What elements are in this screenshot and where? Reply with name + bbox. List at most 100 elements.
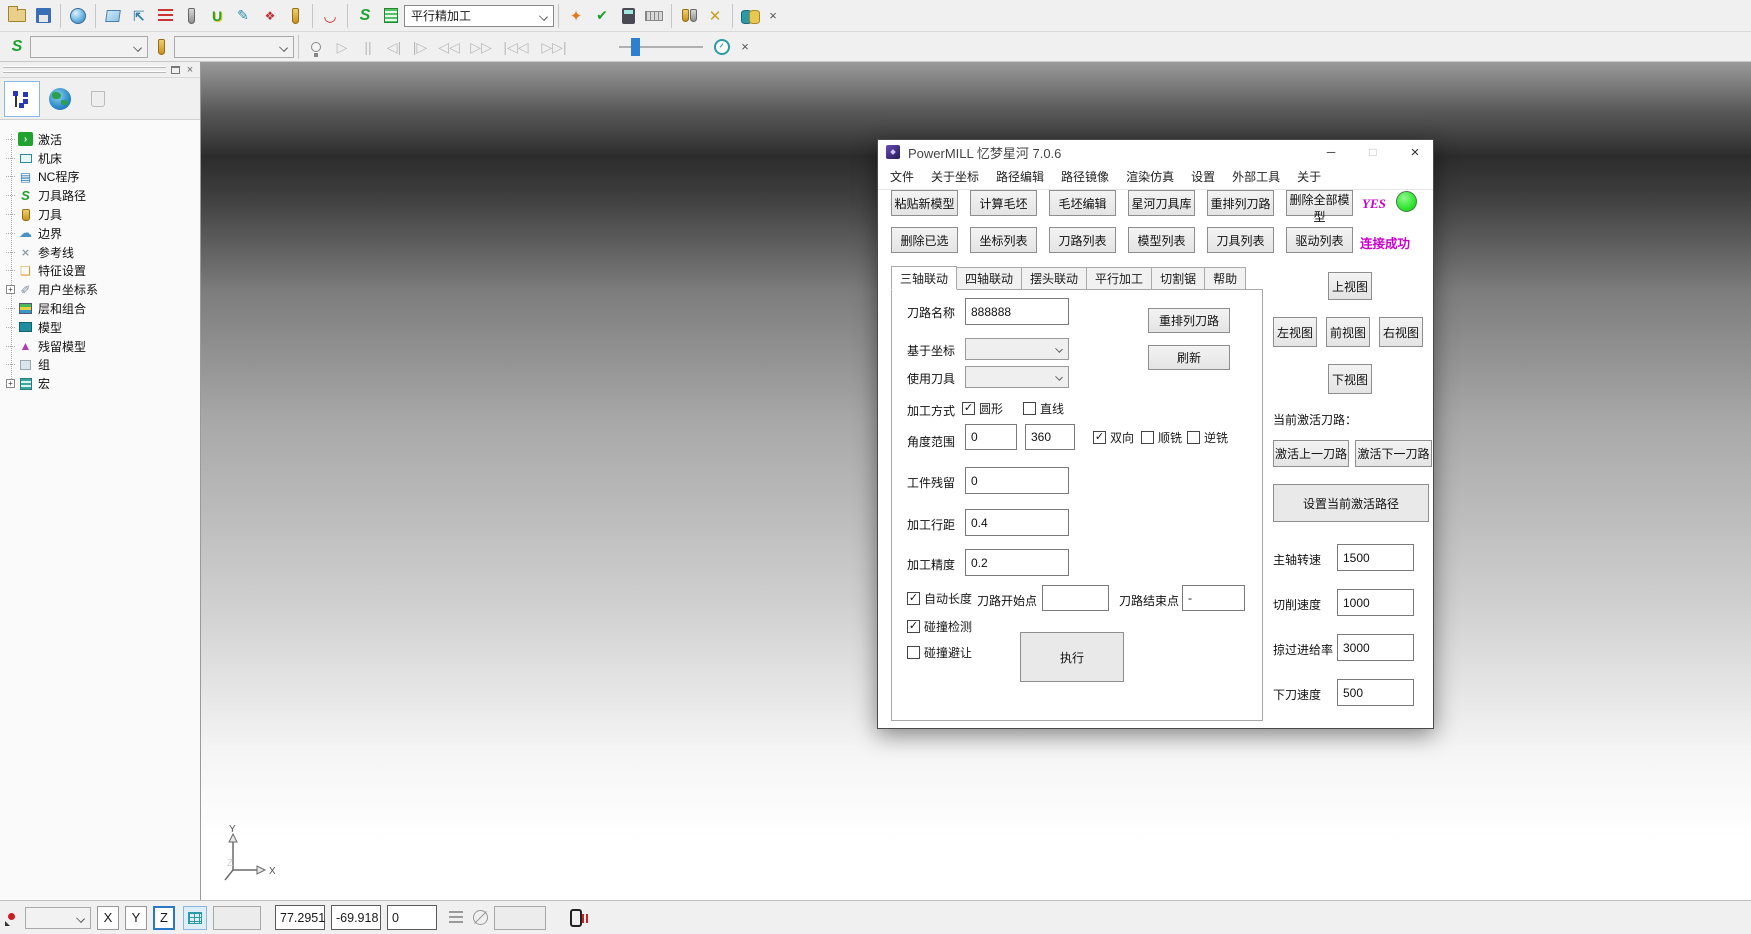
speed-slider-handle[interactable]	[631, 38, 640, 56]
explorer-tree-tab[interactable]	[4, 81, 40, 117]
tree-item-tools[interactable]: 刀具	[0, 205, 200, 224]
pause-icon[interactable]: ||	[355, 34, 381, 60]
cutting-speed-input[interactable]	[1337, 589, 1414, 616]
set-active-path-button[interactable]: 设置当前激活路径	[1273, 484, 1429, 522]
create-block-icon[interactable]	[100, 3, 126, 29]
paste-new-model-button[interactable]: 粘贴新模型	[891, 190, 958, 216]
toolbar-close-icon[interactable]: ×	[763, 6, 783, 26]
reorder-toolpaths-button[interactable]: 重排列刀路	[1207, 190, 1274, 216]
sim-toolbar-close-icon[interactable]: ×	[735, 37, 755, 57]
tree-item-nc-programs[interactable]: ▤NC程序	[0, 168, 200, 187]
tree-item-stock-models[interactable]: ▲残留模型	[0, 337, 200, 356]
calc-stock-button[interactable]: 计算毛坯	[970, 190, 1037, 216]
view-top-button[interactable]: 上视图	[1328, 272, 1372, 300]
save-icon[interactable]	[30, 3, 56, 29]
activate-prev-button[interactable]: 激活上一刀路	[1273, 440, 1349, 467]
tree-item-macros[interactable]: +宏	[0, 374, 200, 393]
sim-tool-combo[interactable]	[174, 36, 294, 58]
conventional-checkbox[interactable]: 逆铣	[1187, 429, 1228, 446]
panel-close-icon[interactable]: ×	[183, 63, 197, 77]
tree-item-models[interactable]: 模型	[0, 318, 200, 337]
collision-check-checkbox[interactable]: ✓碰撞检测	[907, 618, 972, 635]
circle-checkbox[interactable]: ✓圆形	[962, 400, 1003, 417]
tree-item-boundaries[interactable]: ☁边界	[0, 224, 200, 243]
tool-block-icon[interactable]	[282, 3, 308, 29]
rapid-feed-input[interactable]	[1337, 634, 1414, 661]
view-bottom-button[interactable]: 下视图	[1328, 364, 1372, 394]
bidirectional-checkbox[interactable]: ✓双向	[1093, 429, 1134, 446]
tree-item-machine[interactable]: 机床	[0, 149, 200, 168]
coordinate-x-field[interactable]: 77.2951	[275, 905, 325, 930]
use-tool-combo[interactable]	[965, 366, 1069, 388]
expand-icon[interactable]: +	[6, 285, 15, 294]
menu-external-tools[interactable]: 外部工具	[1232, 168, 1280, 185]
create-tool-icon[interactable]	[178, 3, 204, 29]
view-right-button[interactable]: 右视图	[1379, 317, 1423, 347]
coordinate-y-field[interactable]: -69.918	[331, 905, 381, 930]
menu-file[interactable]: 文件	[890, 168, 914, 185]
tree-item-workplanes[interactable]: +✐用户坐标系	[0, 280, 200, 299]
tree-item-groups[interactable]: 组	[0, 356, 200, 375]
tool-library-button[interactable]: 星河刀具库	[1128, 190, 1195, 216]
expand-icon[interactable]: +	[6, 379, 15, 388]
menu-path-mirror[interactable]: 路径镜像	[1061, 168, 1109, 185]
menu-settings[interactable]: 设置	[1191, 168, 1215, 185]
tree-item-levels-sets[interactable]: 层和组合	[0, 299, 200, 318]
activate-next-button[interactable]: 激活下一刀路	[1355, 440, 1432, 467]
feed-rate-icon[interactable]: ◡	[317, 3, 343, 29]
tab-4axis[interactable]: 四轴联动	[957, 267, 1022, 290]
tree-item-reference-lines[interactable]: ⨯参考线	[0, 243, 200, 262]
axis-x-button[interactable]: X	[97, 906, 119, 930]
reorder-toolpath-button[interactable]: 重排列刀路	[1148, 308, 1230, 333]
step-forward-icon[interactable]: |▷	[407, 34, 433, 60]
view-front-button[interactable]: 前视图	[1326, 317, 1370, 347]
coordinate-z-field[interactable]: 0	[387, 905, 437, 930]
tolerance-input[interactable]	[965, 549, 1069, 576]
angle-to-input[interactable]	[1025, 424, 1075, 450]
toolpath-icon[interactable]: S	[352, 3, 378, 29]
tool-pair-icon[interactable]	[676, 3, 702, 29]
toolpath-name-input[interactable]	[965, 298, 1069, 325]
float-panel-icon[interactable]	[168, 63, 182, 77]
angle-from-input[interactable]	[965, 424, 1017, 450]
toolpath-strategy-combo[interactable]: 平行精加工	[404, 5, 554, 27]
speed-slider[interactable]	[619, 37, 703, 57]
plunge-speed-input[interactable]	[1337, 679, 1414, 706]
explorer-grip[interactable]: ×	[0, 62, 200, 78]
close-button[interactable]: ×	[1398, 140, 1432, 164]
spindle-speed-input[interactable]	[1337, 544, 1414, 571]
delete-all-models-button[interactable]: 删除全部模型	[1286, 190, 1353, 216]
clock-icon[interactable]	[709, 34, 735, 60]
curve-editor-icon[interactable]: ✎	[230, 3, 256, 29]
execute-button[interactable]: 执行	[1020, 632, 1124, 682]
delete-selected-button[interactable]: 删除已选	[891, 227, 958, 253]
recycle-tab[interactable]	[80, 81, 116, 117]
step-back-icon[interactable]: ◁|	[381, 34, 407, 60]
edit-stock-button[interactable]: 毛坯编辑	[1049, 190, 1116, 216]
sim-tool-icon[interactable]	[148, 34, 174, 60]
refresh-button[interactable]: 刷新	[1148, 345, 1230, 370]
toolpath-icon[interactable]: S	[4, 34, 30, 60]
view-left-button[interactable]: 左视图	[1273, 317, 1317, 347]
dialog-titlebar[interactable]: PowerMILL 忆梦星河 7.0.6 ─ □ ×	[878, 140, 1433, 164]
start-point-input[interactable]	[1042, 585, 1109, 611]
tab-swivel[interactable]: 摆头联动	[1022, 267, 1087, 290]
play-icon[interactable]: ▷	[329, 34, 355, 60]
sim-toolpath-combo[interactable]	[30, 36, 148, 58]
tab-saw[interactable]: 切割锯	[1152, 267, 1205, 290]
auto-length-checkbox[interactable]: ✓自动长度	[907, 590, 972, 607]
end-point-input[interactable]	[1182, 585, 1245, 611]
coord-list-button[interactable]: 坐标列表	[970, 227, 1037, 253]
measure-icon[interactable]	[641, 3, 667, 29]
menu-coords[interactable]: 关于坐标	[931, 168, 979, 185]
transform-icon[interactable]: ✕	[702, 3, 728, 29]
tree-item-feature-sets[interactable]: ❑特征设置	[0, 262, 200, 281]
record-flyout-icon[interactable]	[5, 910, 21, 926]
go-start-icon[interactable]: |◁◁	[497, 34, 535, 60]
open-file-icon[interactable]	[4, 3, 30, 29]
line-checkbox[interactable]: 直线	[1023, 400, 1064, 417]
axis-y-button[interactable]: Y	[125, 906, 147, 930]
toolbox-icon[interactable]: ✦	[563, 3, 589, 29]
world-tab[interactable]	[42, 81, 78, 117]
go-end-icon[interactable]: ▷▷|	[535, 34, 573, 60]
